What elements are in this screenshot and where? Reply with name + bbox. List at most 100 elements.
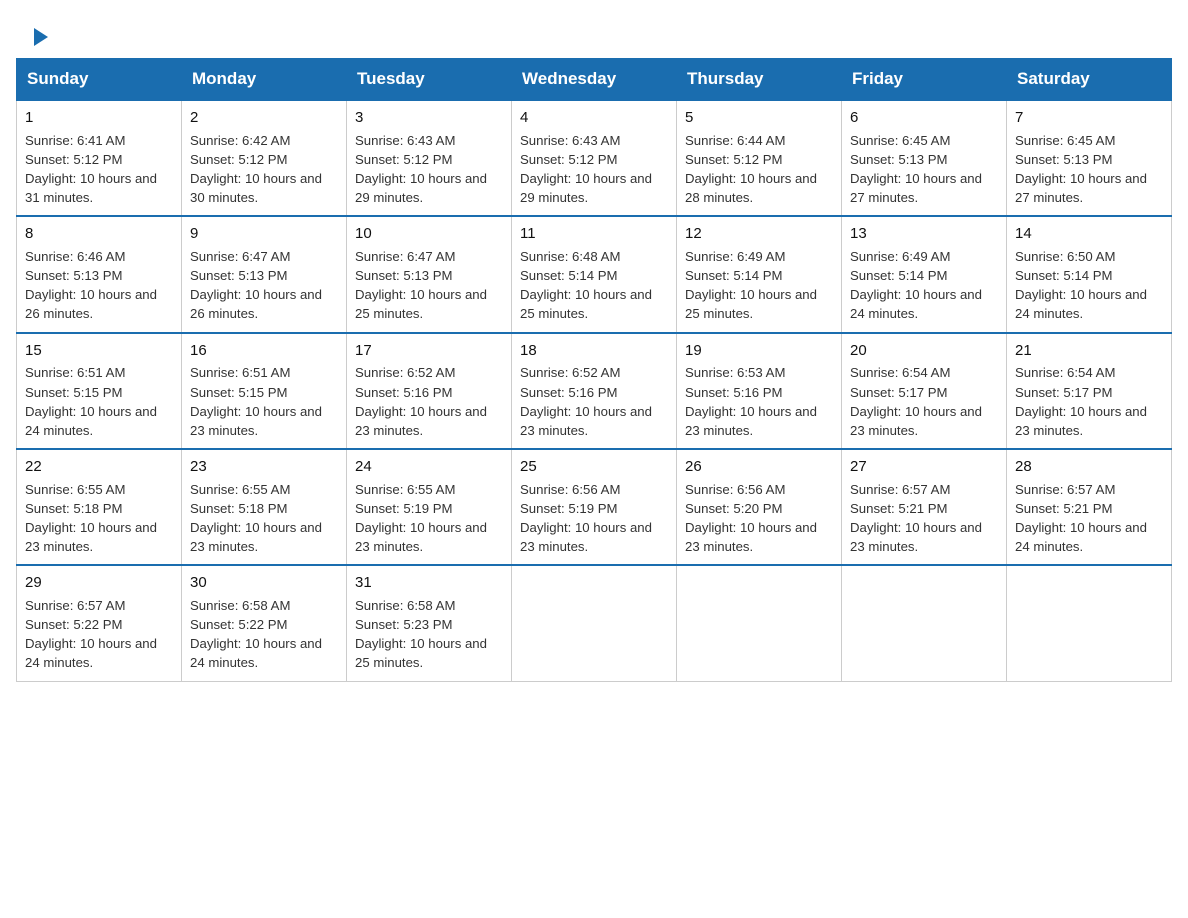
day-info: Sunrise: 6:52 AMSunset: 5:16 PMDaylight:… bbox=[520, 363, 668, 440]
logo bbox=[32, 24, 48, 46]
calendar-cell: 26Sunrise: 6:56 AMSunset: 5:20 PMDayligh… bbox=[677, 449, 842, 565]
calendar-cell: 28Sunrise: 6:57 AMSunset: 5:21 PMDayligh… bbox=[1007, 449, 1172, 565]
day-number: 10 bbox=[355, 223, 503, 245]
logo-arrow-icon bbox=[34, 28, 48, 46]
calendar-cell: 15Sunrise: 6:51 AMSunset: 5:15 PMDayligh… bbox=[17, 333, 182, 449]
day-info: Sunrise: 6:51 AMSunset: 5:15 PMDaylight:… bbox=[25, 363, 173, 440]
day-number: 2 bbox=[190, 107, 338, 129]
weekday-header-tuesday: Tuesday bbox=[347, 59, 512, 101]
calendar-cell: 9Sunrise: 6:47 AMSunset: 5:13 PMDaylight… bbox=[182, 216, 347, 332]
day-info: Sunrise: 6:56 AMSunset: 5:20 PMDaylight:… bbox=[685, 480, 833, 557]
calendar-week-row: 29Sunrise: 6:57 AMSunset: 5:22 PMDayligh… bbox=[17, 565, 1172, 681]
day-info: Sunrise: 6:55 AMSunset: 5:18 PMDaylight:… bbox=[190, 480, 338, 557]
day-info: Sunrise: 6:54 AMSunset: 5:17 PMDaylight:… bbox=[850, 363, 998, 440]
day-number: 13 bbox=[850, 223, 998, 245]
day-info: Sunrise: 6:47 AMSunset: 5:13 PMDaylight:… bbox=[190, 247, 338, 324]
day-number: 31 bbox=[355, 572, 503, 594]
calendar-cell: 18Sunrise: 6:52 AMSunset: 5:16 PMDayligh… bbox=[512, 333, 677, 449]
day-info: Sunrise: 6:53 AMSunset: 5:16 PMDaylight:… bbox=[685, 363, 833, 440]
day-info: Sunrise: 6:45 AMSunset: 5:13 PMDaylight:… bbox=[1015, 131, 1163, 208]
day-number: 25 bbox=[520, 456, 668, 478]
day-number: 20 bbox=[850, 340, 998, 362]
weekday-header-monday: Monday bbox=[182, 59, 347, 101]
day-number: 9 bbox=[190, 223, 338, 245]
calendar-week-row: 8Sunrise: 6:46 AMSunset: 5:13 PMDaylight… bbox=[17, 216, 1172, 332]
calendar-cell: 19Sunrise: 6:53 AMSunset: 5:16 PMDayligh… bbox=[677, 333, 842, 449]
calendar-week-row: 1Sunrise: 6:41 AMSunset: 5:12 PMDaylight… bbox=[17, 100, 1172, 216]
day-number: 12 bbox=[685, 223, 833, 245]
calendar-cell: 2Sunrise: 6:42 AMSunset: 5:12 PMDaylight… bbox=[182, 100, 347, 216]
day-info: Sunrise: 6:50 AMSunset: 5:14 PMDaylight:… bbox=[1015, 247, 1163, 324]
day-info: Sunrise: 6:55 AMSunset: 5:19 PMDaylight:… bbox=[355, 480, 503, 557]
calendar-cell bbox=[512, 565, 677, 681]
calendar-cell: 8Sunrise: 6:46 AMSunset: 5:13 PMDaylight… bbox=[17, 216, 182, 332]
calendar-cell: 1Sunrise: 6:41 AMSunset: 5:12 PMDaylight… bbox=[17, 100, 182, 216]
page-header bbox=[0, 0, 1188, 58]
day-number: 30 bbox=[190, 572, 338, 594]
calendar-cell: 13Sunrise: 6:49 AMSunset: 5:14 PMDayligh… bbox=[842, 216, 1007, 332]
calendar-cell: 11Sunrise: 6:48 AMSunset: 5:14 PMDayligh… bbox=[512, 216, 677, 332]
day-info: Sunrise: 6:45 AMSunset: 5:13 PMDaylight:… bbox=[850, 131, 998, 208]
day-number: 24 bbox=[355, 456, 503, 478]
day-info: Sunrise: 6:57 AMSunset: 5:22 PMDaylight:… bbox=[25, 596, 173, 673]
day-number: 16 bbox=[190, 340, 338, 362]
weekday-header-sunday: Sunday bbox=[17, 59, 182, 101]
day-number: 1 bbox=[25, 107, 173, 129]
calendar-cell bbox=[1007, 565, 1172, 681]
day-number: 11 bbox=[520, 223, 668, 245]
calendar-week-row: 15Sunrise: 6:51 AMSunset: 5:15 PMDayligh… bbox=[17, 333, 1172, 449]
day-number: 18 bbox=[520, 340, 668, 362]
calendar-cell: 21Sunrise: 6:54 AMSunset: 5:17 PMDayligh… bbox=[1007, 333, 1172, 449]
calendar-table: SundayMondayTuesdayWednesdayThursdayFrid… bbox=[16, 58, 1172, 682]
calendar-cell: 23Sunrise: 6:55 AMSunset: 5:18 PMDayligh… bbox=[182, 449, 347, 565]
calendar-wrapper: SundayMondayTuesdayWednesdayThursdayFrid… bbox=[0, 58, 1188, 698]
day-info: Sunrise: 6:51 AMSunset: 5:15 PMDaylight:… bbox=[190, 363, 338, 440]
calendar-cell: 4Sunrise: 6:43 AMSunset: 5:12 PMDaylight… bbox=[512, 100, 677, 216]
day-info: Sunrise: 6:43 AMSunset: 5:12 PMDaylight:… bbox=[520, 131, 668, 208]
day-info: Sunrise: 6:52 AMSunset: 5:16 PMDaylight:… bbox=[355, 363, 503, 440]
day-number: 22 bbox=[25, 456, 173, 478]
day-number: 21 bbox=[1015, 340, 1163, 362]
day-info: Sunrise: 6:56 AMSunset: 5:19 PMDaylight:… bbox=[520, 480, 668, 557]
day-info: Sunrise: 6:41 AMSunset: 5:12 PMDaylight:… bbox=[25, 131, 173, 208]
calendar-cell: 10Sunrise: 6:47 AMSunset: 5:13 PMDayligh… bbox=[347, 216, 512, 332]
day-info: Sunrise: 6:49 AMSunset: 5:14 PMDaylight:… bbox=[685, 247, 833, 324]
day-info: Sunrise: 6:48 AMSunset: 5:14 PMDaylight:… bbox=[520, 247, 668, 324]
day-number: 3 bbox=[355, 107, 503, 129]
calendar-cell: 7Sunrise: 6:45 AMSunset: 5:13 PMDaylight… bbox=[1007, 100, 1172, 216]
day-info: Sunrise: 6:44 AMSunset: 5:12 PMDaylight:… bbox=[685, 131, 833, 208]
day-number: 28 bbox=[1015, 456, 1163, 478]
calendar-cell: 6Sunrise: 6:45 AMSunset: 5:13 PMDaylight… bbox=[842, 100, 1007, 216]
day-number: 23 bbox=[190, 456, 338, 478]
calendar-cell: 12Sunrise: 6:49 AMSunset: 5:14 PMDayligh… bbox=[677, 216, 842, 332]
day-info: Sunrise: 6:55 AMSunset: 5:18 PMDaylight:… bbox=[25, 480, 173, 557]
calendar-cell: 20Sunrise: 6:54 AMSunset: 5:17 PMDayligh… bbox=[842, 333, 1007, 449]
calendar-cell: 25Sunrise: 6:56 AMSunset: 5:19 PMDayligh… bbox=[512, 449, 677, 565]
calendar-cell bbox=[677, 565, 842, 681]
day-number: 6 bbox=[850, 107, 998, 129]
day-info: Sunrise: 6:47 AMSunset: 5:13 PMDaylight:… bbox=[355, 247, 503, 324]
day-info: Sunrise: 6:57 AMSunset: 5:21 PMDaylight:… bbox=[1015, 480, 1163, 557]
calendar-cell bbox=[842, 565, 1007, 681]
calendar-cell: 30Sunrise: 6:58 AMSunset: 5:22 PMDayligh… bbox=[182, 565, 347, 681]
day-number: 19 bbox=[685, 340, 833, 362]
calendar-cell: 3Sunrise: 6:43 AMSunset: 5:12 PMDaylight… bbox=[347, 100, 512, 216]
day-number: 14 bbox=[1015, 223, 1163, 245]
calendar-cell: 31Sunrise: 6:58 AMSunset: 5:23 PMDayligh… bbox=[347, 565, 512, 681]
day-number: 29 bbox=[25, 572, 173, 594]
calendar-week-row: 22Sunrise: 6:55 AMSunset: 5:18 PMDayligh… bbox=[17, 449, 1172, 565]
weekday-header-wednesday: Wednesday bbox=[512, 59, 677, 101]
day-number: 5 bbox=[685, 107, 833, 129]
weekday-header-friday: Friday bbox=[842, 59, 1007, 101]
weekday-header-thursday: Thursday bbox=[677, 59, 842, 101]
calendar-cell: 24Sunrise: 6:55 AMSunset: 5:19 PMDayligh… bbox=[347, 449, 512, 565]
day-number: 7 bbox=[1015, 107, 1163, 129]
day-number: 27 bbox=[850, 456, 998, 478]
calendar-cell: 22Sunrise: 6:55 AMSunset: 5:18 PMDayligh… bbox=[17, 449, 182, 565]
calendar-cell: 27Sunrise: 6:57 AMSunset: 5:21 PMDayligh… bbox=[842, 449, 1007, 565]
weekday-header-saturday: Saturday bbox=[1007, 59, 1172, 101]
day-info: Sunrise: 6:42 AMSunset: 5:12 PMDaylight:… bbox=[190, 131, 338, 208]
day-info: Sunrise: 6:58 AMSunset: 5:22 PMDaylight:… bbox=[190, 596, 338, 673]
calendar-cell: 14Sunrise: 6:50 AMSunset: 5:14 PMDayligh… bbox=[1007, 216, 1172, 332]
day-number: 8 bbox=[25, 223, 173, 245]
